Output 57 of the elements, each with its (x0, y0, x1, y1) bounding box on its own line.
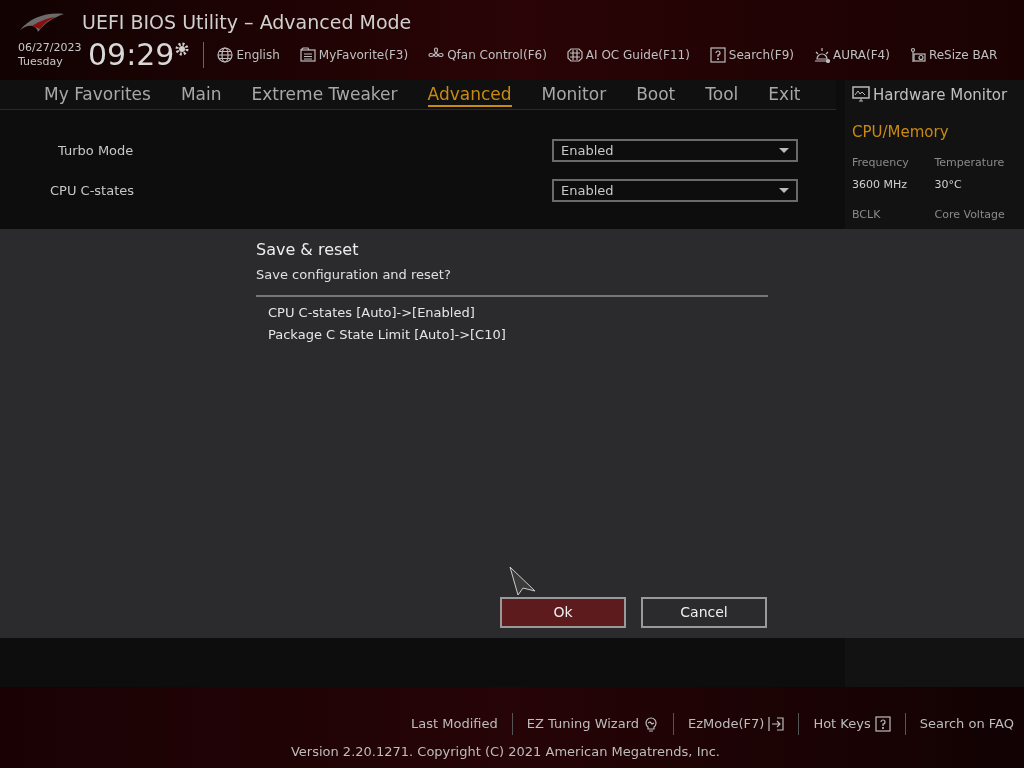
card-icon (909, 46, 926, 63)
version-text: Version 2.20.1271. Copyright (C) 2021 American Megatrends, Inc. (290, 743, 720, 761)
caret-icon (779, 148, 789, 153)
field-label: Frequency (852, 155, 910, 171)
setting-label: CPU C-states (49, 181, 136, 200)
caret-icon (779, 188, 789, 193)
globe-icon (217, 46, 234, 63)
change-item: CPU C-states [Auto]->[Enabled] (267, 303, 476, 322)
chip-icon (566, 46, 583, 63)
monitor-icon (852, 86, 870, 105)
dialog-title: Save & reset (256, 239, 360, 261)
toolbar-button[interactable]: English (217, 45, 280, 64)
footer-link[interactable]: Search on FAQ (919, 714, 1014, 734)
footer-link[interactable]: EzMode(F7) (688, 714, 785, 734)
list-icon (299, 46, 316, 63)
setting-dropdown[interactable]: Enabled (552, 179, 798, 202)
date-text: 06/27/2023 (18, 40, 83, 55)
dialog-button[interactable]: Cancel (641, 596, 767, 628)
tab[interactable]: Exit (768, 82, 801, 107)
exit-icon (768, 716, 785, 732)
field-label: BCLK (852, 207, 882, 223)
tab[interactable]: My Favorites (44, 82, 151, 107)
field-value: 30°C (934, 176, 963, 193)
toolbar-button[interactable]: MyFavorite(F3) (299, 45, 409, 64)
setting-dropdown[interactable]: Enabled (552, 139, 798, 162)
day-text: Tuesday (18, 54, 64, 69)
cursor-icon (509, 566, 536, 596)
toolbar-button[interactable]: AURA(F4) (814, 45, 890, 64)
help-icon (709, 46, 726, 63)
footer-link[interactable]: Hot Keys (813, 714, 891, 734)
tab[interactable]: Boot (636, 82, 676, 107)
gear-icon[interactable] (174, 40, 191, 57)
dialog-message: Save configuration and reset? (256, 266, 452, 284)
toolbar-button[interactable]: Search(F9) (709, 45, 794, 64)
help-icon (874, 716, 891, 732)
tab[interactable]: Monitor (541, 82, 607, 107)
toolbar-button[interactable]: Qfan Control(F6) (428, 45, 547, 64)
field-label: Temperature (934, 155, 1006, 171)
tab[interactable]: Advanced (427, 82, 512, 107)
toolbar-button[interactable]: AI OC Guide(F11) (566, 45, 690, 64)
window-title: UEFI BIOS Utility – Advanced Mode (82, 10, 412, 35)
lamp-icon (814, 46, 830, 63)
tab[interactable]: Tool (705, 82, 739, 107)
footer-link[interactable]: Last Modified (411, 714, 498, 734)
change-item: Package C State Limit [Auto]->[C10] (267, 325, 507, 344)
section-title: CPU/Memory (852, 121, 950, 143)
tab[interactable]: Extreme Tweaker (251, 82, 398, 107)
dialog-button[interactable]: Ok (500, 596, 626, 628)
panel-title: Hardware Monitor (873, 85, 1008, 106)
toolbar-button[interactable]: ReSize BAR (909, 45, 998, 64)
setting-label: Turbo Mode (57, 141, 135, 160)
field-label: Core Voltage (934, 207, 1006, 223)
bulb-icon (643, 716, 659, 732)
footer-link[interactable]: EZ Tuning Wizard (526, 714, 659, 734)
tab[interactable]: Main (180, 82, 222, 107)
field-value: 3600 MHz (852, 176, 909, 193)
clock-text: 09:29 (88, 38, 175, 71)
